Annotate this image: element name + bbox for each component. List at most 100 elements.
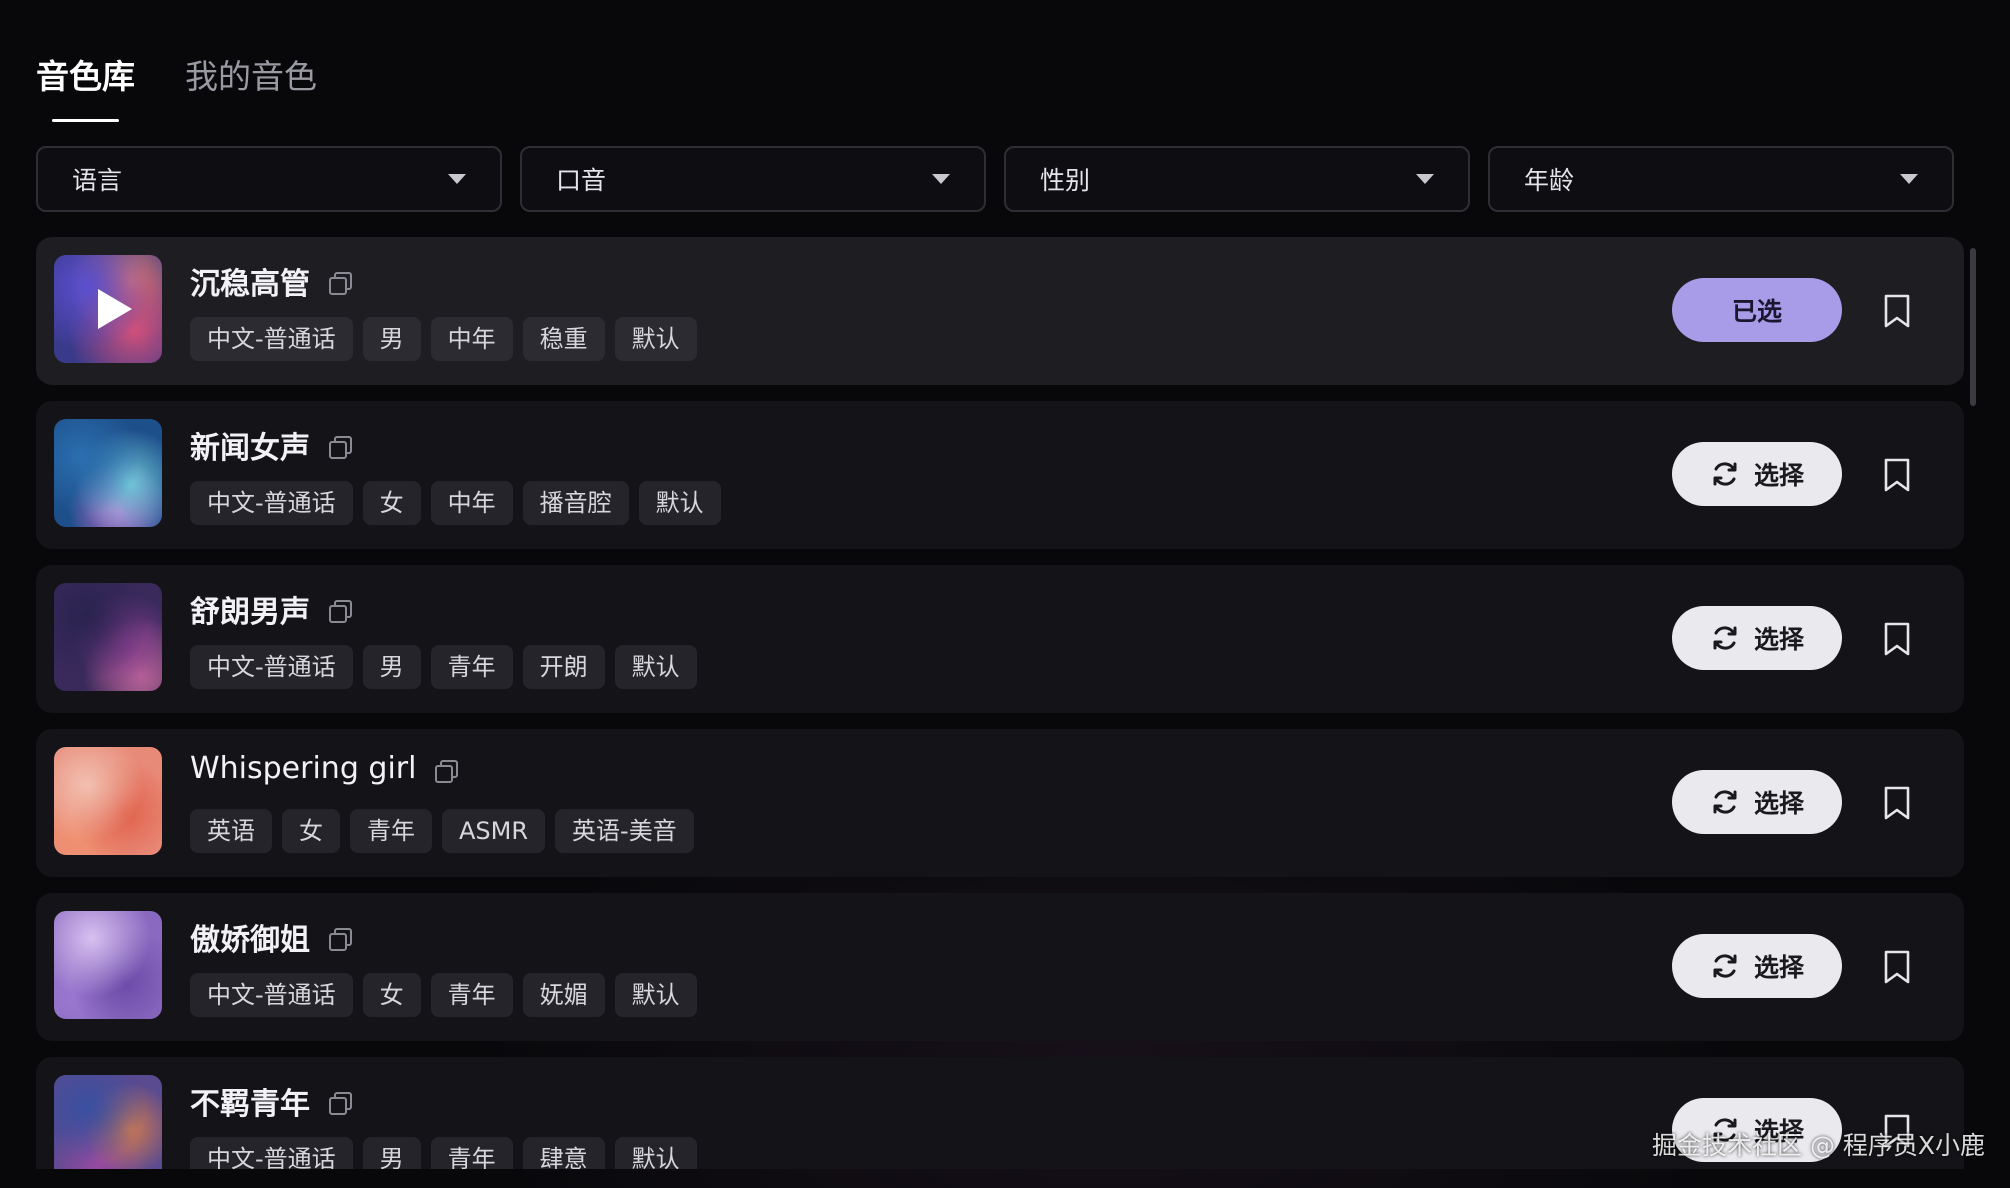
active-tab-indicator <box>52 119 119 122</box>
voice-tag: 青年 <box>430 1137 513 1169</box>
tab-label: 我的音色 <box>185 57 317 96</box>
copy-icon[interactable] <box>326 596 352 623</box>
voice-tags: 中文-普通话 男 青年 开朗 默认 <box>190 645 697 689</box>
voice-tag: 女 <box>282 809 340 853</box>
voice-name: 沉稳高管 <box>190 267 310 302</box>
voice-tag: 女 <box>362 973 421 1017</box>
voice-tag: ASMR <box>442 809 546 853</box>
voice-tag: 开朗 <box>522 645 605 689</box>
button-label: 选择 <box>1753 789 1804 818</box>
chevron-down-icon <box>1416 174 1434 184</box>
voice-cover[interactable] <box>54 911 162 1019</box>
watermark: 掘金技术社区 @ 程序员X小鹿 <box>1652 1131 1986 1160</box>
voice-name-group: 傲娇御姐 <box>190 915 352 959</box>
voice-name: 傲娇御姐 <box>190 923 310 958</box>
voice-cover[interactable] <box>54 583 162 691</box>
accent-filter-dropdown[interactable]: 口音 <box>520 146 986 212</box>
voice-tag: 肆意 <box>522 1137 605 1169</box>
voice-tag: 中文-普通话 <box>190 973 353 1017</box>
copy-icon[interactable] <box>326 432 352 459</box>
voice-tag: 中文-普通话 <box>190 481 353 525</box>
voice-tag: 默认 <box>614 1137 697 1169</box>
button-label: 选择 <box>1753 461 1804 490</box>
chevron-down-icon <box>932 174 950 184</box>
voice-row[interactable]: Whispering girl 英语 女 青年 ASMR 英语-美音 选择 <box>36 729 1964 877</box>
voice-row[interactable]: 新闻女声 中文-普通话 女 中年 播音腔 默认 选择 <box>36 401 1964 549</box>
voice-tag: 男 <box>362 1137 421 1169</box>
voice-name-group: 不羁青年 <box>190 1079 352 1123</box>
tab-label: 音色库 <box>36 57 135 96</box>
select-button[interactable]: 选择 <box>1672 770 1842 834</box>
voice-cover[interactable] <box>54 747 162 855</box>
voice-tag: 英语 <box>190 809 272 853</box>
voice-name: 不羁青年 <box>190 1087 310 1122</box>
refresh-icon <box>1710 951 1740 981</box>
voice-name-group: 沉稳高管 <box>190 259 352 303</box>
voice-name: 新闻女声 <box>190 431 310 466</box>
filter-label: 语言 <box>72 166 123 195</box>
copy-icon[interactable] <box>326 924 352 951</box>
button-label: 已选 <box>1731 297 1782 326</box>
bookmark-icon[interactable] <box>1880 949 1914 985</box>
gender-filter-dropdown[interactable]: 性别 <box>1004 146 1470 212</box>
voice-name-group: 新闻女声 <box>190 423 352 467</box>
voice-cover[interactable] <box>54 1075 162 1169</box>
voice-list[interactable]: 沉稳高管 中文-普通话 男 中年 稳重 默认 已选 新闻女声 中文-普通话 女 … <box>36 237 1964 1169</box>
voice-tag: 默认 <box>614 973 697 1017</box>
tab-my-voices[interactable]: 我的音色 <box>185 40 317 128</box>
filter-label: 年龄 <box>1524 166 1575 195</box>
voice-tags: 中文-普通话 女 青年 妩媚 默认 <box>190 973 697 1017</box>
voice-name: 舒朗男声 <box>190 595 310 630</box>
bookmark-icon[interactable] <box>1880 457 1914 493</box>
refresh-icon <box>1710 623 1740 653</box>
voice-tags: 中文-普通话 男 中年 稳重 默认 <box>190 317 697 361</box>
voice-cover-play-button[interactable] <box>54 255 162 363</box>
chevron-down-icon <box>1900 174 1918 184</box>
voice-tag: 英语-美音 <box>555 809 694 853</box>
bookmark-icon[interactable] <box>1880 293 1914 329</box>
copy-icon[interactable] <box>326 268 352 295</box>
bookmark-icon[interactable] <box>1880 785 1914 821</box>
chevron-down-icon <box>448 174 466 184</box>
bookmark-icon[interactable] <box>1880 621 1914 657</box>
voice-tag: 男 <box>362 645 421 689</box>
voice-row[interactable]: 舒朗男声 中文-普通话 男 青年 开朗 默认 选择 <box>36 565 1964 713</box>
voice-tag: 中文-普通话 <box>190 317 353 361</box>
voice-tag: 男 <box>362 317 421 361</box>
scrollbar-thumb[interactable] <box>1970 248 1976 406</box>
play-icon <box>98 289 132 329</box>
voice-cover[interactable] <box>54 419 162 527</box>
voice-tag: 中年 <box>430 317 513 361</box>
copy-icon[interactable] <box>432 756 459 783</box>
select-button[interactable]: 选择 <box>1672 442 1842 506</box>
select-button[interactable]: 选择 <box>1672 606 1842 670</box>
voice-tags: 中文-普通话 女 中年 播音腔 默认 <box>190 481 721 525</box>
voice-tag: 默认 <box>614 645 697 689</box>
refresh-icon <box>1710 787 1740 817</box>
filter-bar: 语言 口音 性别 年龄 <box>36 146 1954 212</box>
voice-tag: 妩媚 <box>522 973 605 1017</box>
voice-tag: 青年 <box>430 645 513 689</box>
voice-tag: 默认 <box>638 481 721 525</box>
select-button[interactable]: 选择 <box>1672 934 1842 998</box>
button-label: 选择 <box>1753 625 1804 654</box>
voice-tag: 中年 <box>430 481 513 525</box>
language-filter-dropdown[interactable]: 语言 <box>36 146 502 212</box>
voice-name-group: Whispering girl <box>190 751 459 786</box>
age-filter-dropdown[interactable]: 年龄 <box>1488 146 1954 212</box>
voice-tags: 中文-普通话 男 青年 肆意 默认 <box>190 1137 697 1169</box>
voice-tag: 稳重 <box>522 317 605 361</box>
tab-bar: 音色库 我的音色 <box>36 40 317 128</box>
voice-row[interactable]: 傲娇御姐 中文-普通话 女 青年 妩媚 默认 选择 <box>36 893 1964 1041</box>
filter-label: 口音 <box>556 166 607 195</box>
voice-tag: 默认 <box>614 317 697 361</box>
tab-voice-library[interactable]: 音色库 <box>36 40 135 128</box>
selected-button[interactable]: 已选 <box>1672 278 1842 342</box>
refresh-icon <box>1710 459 1740 489</box>
voice-row[interactable]: 沉稳高管 中文-普通话 男 中年 稳重 默认 已选 <box>36 237 1964 385</box>
copy-icon[interactable] <box>326 1088 352 1115</box>
voice-tag: 中文-普通话 <box>190 1137 353 1169</box>
voice-name: Whispering girl <box>190 751 417 786</box>
voice-tag: 女 <box>362 481 421 525</box>
voice-name-group: 舒朗男声 <box>190 587 352 631</box>
